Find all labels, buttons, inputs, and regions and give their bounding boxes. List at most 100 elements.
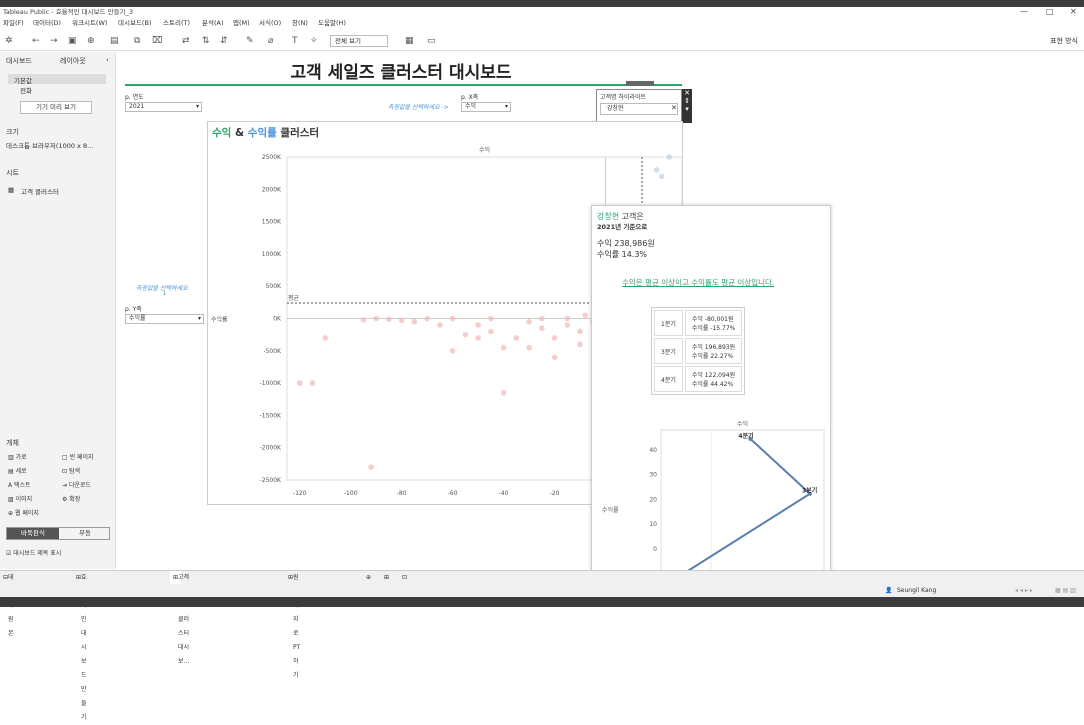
- chevron-down-icon[interactable]: ▾: [682, 105, 692, 113]
- object-image[interactable]: ▨ 이미지: [8, 494, 32, 503]
- user-name[interactable]: Seungil Kang: [897, 584, 936, 597]
- os-top-strip: [0, 0, 1084, 7]
- object-horizontal[interactable]: ▥ 가로: [8, 452, 27, 461]
- object-vertical[interactable]: ▤ 세로: [8, 466, 27, 475]
- object-navigation-label: 탐색: [68, 468, 80, 475]
- y-tick-label: 2500K: [262, 154, 282, 161]
- new-sheet-icon[interactable]: ⊕: [366, 571, 371, 585]
- param-year-select[interactable]: 2021: [125, 102, 202, 112]
- object-navigation[interactable]: ⊡ 탐색: [62, 466, 80, 475]
- forward-icon[interactable]: →: [50, 36, 58, 46]
- view-mode-icon[interactable]: ▦ ▤ ▥: [1055, 584, 1076, 597]
- menu-data[interactable]: 데이터(D): [33, 17, 61, 30]
- object-extension[interactable]: ⚙ 확장: [62, 494, 80, 503]
- device-preview-button[interactable]: 기기 미리 보기: [20, 101, 92, 114]
- quarter-values: 수익 196,893원 수익률 22.27%: [684, 338, 743, 364]
- device-default[interactable]: 기본값: [14, 75, 32, 85]
- menu-window[interactable]: 창(N): [292, 17, 308, 30]
- tiled-button[interactable]: 바둑판식: [7, 528, 59, 539]
- maximize-icon[interactable]: □: [1046, 7, 1054, 17]
- pin-icon[interactable]: ✧: [310, 36, 318, 46]
- menu-story[interactable]: 스토리(T): [163, 17, 190, 30]
- sort-asc-icon[interactable]: ⇅: [202, 36, 210, 46]
- new-dashboard-icon[interactable]: ⊞: [384, 571, 389, 585]
- clear-icon[interactable]: ⌧: [152, 36, 162, 46]
- swap-icon[interactable]: ⇄: [182, 36, 190, 46]
- menu-worksheet[interactable]: 워크시트(W): [72, 17, 107, 30]
- x-tick-label: -100: [344, 490, 358, 497]
- tab-sheet-1[interactable]: ⊞ 효율적인 대시보드 만들기: [76, 571, 87, 721]
- minimize-icon[interactable]: —: [1020, 7, 1028, 17]
- data-point: [398, 317, 405, 324]
- y-tick-label: 1500K: [262, 219, 282, 226]
- param-x-select[interactable]: 수익: [461, 102, 511, 112]
- highlight-icon[interactable]: ✎: [246, 36, 254, 46]
- label-icon[interactable]: T: [292, 36, 298, 46]
- tooltip-message: 수익은 평균 이상이고 수익률도 평균 이상입니다.: [622, 278, 775, 287]
- quarter-values: 수익 -80,001원 수익률 -15.77%: [684, 310, 743, 336]
- param-y-label: p. Y축: [125, 306, 142, 313]
- menu-dashboard[interactable]: 대시보드(B): [118, 17, 151, 30]
- x-tick-label: -80: [397, 490, 407, 497]
- collapse-icon[interactable]: ‹: [106, 56, 109, 64]
- user-icon: 👤: [885, 587, 893, 594]
- tooltip-name: 강창현: [597, 212, 620, 221]
- close-icon[interactable]: ✕: [682, 89, 692, 97]
- menu-format[interactable]: 서식(O): [259, 17, 281, 30]
- tab-datasource[interactable]: ⊟ 데이터 원본: [3, 571, 14, 637]
- new-sheet-icon[interactable]: ▤: [110, 36, 119, 46]
- param-y-select[interactable]: 수익률: [125, 314, 204, 324]
- mini-plot-area: [660, 429, 825, 587]
- param-year-label: p. 연도: [125, 94, 144, 101]
- status-bar: 👤 Seungil Kang ◂ ◂ ▸ ▸ ▦ ▤ ▥: [0, 584, 1084, 597]
- back-icon[interactable]: ←: [32, 36, 40, 46]
- data-point: [551, 354, 558, 361]
- duplicate-icon[interactable]: ⧉: [134, 36, 140, 46]
- object-webpage[interactable]: ⊕ 웹 페이지: [8, 508, 39, 517]
- group-icon[interactable]: ⌀: [268, 36, 273, 46]
- left-pane: 대시보드 레이아웃 ‹ 기본값 전화 기기 미리 보기 크기 데스크톱 브라우저…: [0, 52, 116, 569]
- data-point: [368, 464, 374, 470]
- menu-help[interactable]: 도움말(H): [318, 17, 346, 30]
- tab-sheet-active[interactable]: ⊞ 고객 세일즈 클러스터 대시보...: [170, 571, 189, 665]
- tab-dashboard[interactable]: 대시보드: [6, 56, 32, 66]
- presentation-icon[interactable]: ▭: [427, 36, 436, 46]
- tab-sheet-3[interactable]: ⊞ 원 페이지로 PT하기: [288, 571, 300, 679]
- menu-file[interactable]: 파일(F): [3, 17, 24, 30]
- card-icon[interactable]: ▦: [405, 36, 414, 46]
- nav-arrows-icon[interactable]: ◂ ◂ ▸ ▸: [1015, 584, 1033, 597]
- show-me-button[interactable]: 표현 방식: [1050, 36, 1078, 46]
- new-story-icon[interactable]: ⊡: [402, 571, 407, 585]
- quarter-label: 3분기: [654, 338, 683, 364]
- floating-button[interactable]: 부동: [59, 528, 111, 539]
- data-point: [373, 315, 379, 322]
- sort-desc-icon[interactable]: ⇵: [220, 36, 228, 46]
- mini-y-tick: 40: [649, 447, 657, 454]
- show-title-checkbox[interactable]: ☑ 대시보드 제목 표시: [6, 548, 61, 557]
- object-blank[interactable]: □ 빈 페이지: [62, 452, 94, 461]
- save-icon[interactable]: ▣: [68, 36, 77, 46]
- data-point: [424, 315, 430, 322]
- menu-map[interactable]: 맵(M): [233, 17, 250, 30]
- highlighter-input[interactable]: 강창현: [600, 103, 678, 115]
- device-phone[interactable]: 전화: [20, 85, 32, 95]
- y-tick-label: -500K: [263, 348, 282, 355]
- close-icon[interactable]: ✕: [1070, 7, 1077, 17]
- hint-x: 측정값을 선택하세요 ->: [388, 104, 449, 111]
- object-text[interactable]: A 텍스트: [8, 480, 31, 489]
- pin-icon[interactable]: ⇕: [682, 97, 692, 105]
- drag-handle[interactable]: [626, 81, 654, 86]
- clear-icon[interactable]: ✕: [671, 104, 677, 112]
- data-point: [411, 318, 418, 325]
- x-tick-label: -120: [293, 490, 307, 497]
- chart-title-part-c: 클러스터: [276, 127, 320, 139]
- view-select[interactable]: 전체 보기: [330, 35, 388, 47]
- size-select[interactable]: 데스크톱 브라우저(1000 x 8...: [6, 140, 93, 150]
- tab-layout[interactable]: 레이아웃: [60, 56, 86, 66]
- add-datasource-icon[interactable]: ⊕: [87, 36, 95, 46]
- object-download[interactable]: ⇥ 다운로드: [62, 480, 91, 489]
- sheet-item-customer-cluster[interactable]: 고객 클러스터: [21, 186, 59, 196]
- tableau-logo-icon[interactable]: ✲: [5, 36, 13, 46]
- highlighter-controls[interactable]: ✕ ⇕ ▾: [682, 89, 692, 123]
- menu-analysis[interactable]: 분석(A): [202, 17, 223, 30]
